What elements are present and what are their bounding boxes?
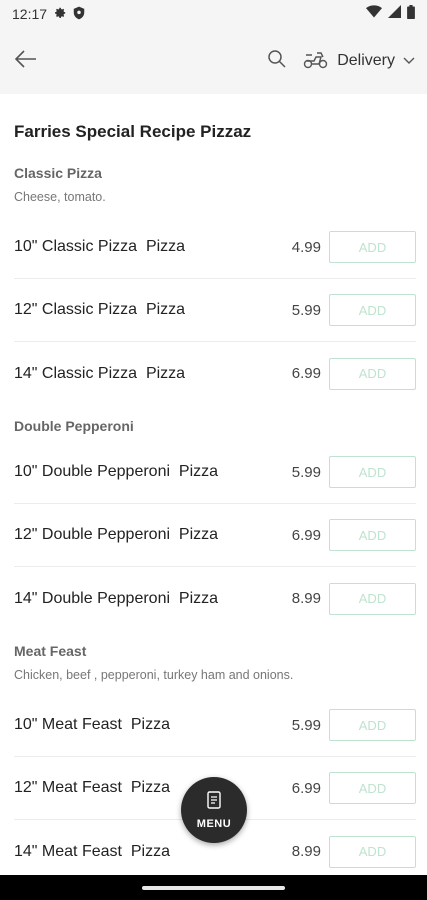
search-button[interactable] [263,47,291,75]
signal-icon [388,5,401,23]
section-description: Cheese, tomato. [14,190,106,204]
item-name: 14" Double Pepperoni Pizza [14,589,219,607]
chevron-down-icon [403,52,415,70]
status-bar: 12:17 [0,0,427,28]
menu-fab-label: MENU [196,817,232,830]
section-title: Double Pepperoni [14,418,134,434]
section-title: Classic Pizza [14,165,102,181]
app-bar: Delivery [0,28,427,94]
menu-item-row: 10" Meat Feast Pizza 5.99 ADD [14,694,416,757]
item-price: 8.99 [291,590,321,607]
add-button[interactable]: ADD [329,357,416,390]
add-button[interactable]: ADD [329,772,416,804]
delivery-selector[interactable]: Delivery [303,49,415,74]
delivery-label: Delivery [337,52,395,69]
menu-title: Farries Special Recipe Pizzaz [14,122,252,141]
item-name: 14" Classic Pizza Pizza [14,364,186,382]
add-button[interactable]: ADD [329,709,416,741]
menu-item-row: 14" Double Pepperoni Pizza 8.99 ADD [14,567,416,630]
item-name: 10" Double Pepperoni Pizza [14,463,219,480]
arrow-left-icon [14,49,38,74]
gear-icon [53,6,67,23]
section-description: Chicken, beef , pepperoni, turkey ham an… [14,668,294,682]
system-nav-bar [0,875,427,900]
add-button[interactable]: ADD [329,231,416,263]
item-price: 4.99 [291,238,321,256]
menu-item-row: 10" Classic Pizza Pizza 4.99 ADD [14,216,416,279]
item-price: 5.99 [291,463,321,481]
section-title: Meat Feast [14,643,87,659]
back-button[interactable] [12,47,40,75]
item-name: 12" Double Pepperoni Pizza [14,526,219,543]
status-time: 12:17 [12,6,48,22]
app-bar-actions: Delivery [263,47,415,75]
item-price: 5.99 [291,716,321,734]
search-icon [267,49,287,74]
item-name: 12" Classic Pizza Pizza [14,301,186,318]
item-name: 10" Meat Feast Pizza [14,716,170,733]
battery-icon [407,4,415,24]
item-price: 6.99 [291,365,321,382]
shield-icon [73,6,85,23]
wifi-icon [366,5,382,23]
item-name: 14" Meat Feast Pizza [14,842,170,860]
menu-item-row: 12" Classic Pizza Pizza 5.99 ADD [14,279,416,342]
add-button[interactable]: ADD [329,519,416,551]
delivery-scooter-icon [303,49,329,74]
item-name: 12" Meat Feast Pizza [14,779,170,796]
menu-item-row: 10" Double Pepperoni Pizza 5.99 ADD [14,441,416,504]
menu-item-row: 12" Double Pepperoni Pizza 6.99 ADD [14,504,416,567]
menu-content: Farries Special Recipe Pizzaz Classic Pi… [0,94,427,875]
add-button[interactable]: ADD [329,582,416,615]
home-gesture-bar[interactable] [142,885,285,890]
status-left: 12:17 [12,6,85,23]
item-name: 10" Classic Pizza Pizza [14,238,186,255]
add-button[interactable]: ADD [329,294,416,326]
menu-item-row: 14" Classic Pizza Pizza 6.99 ADD [14,342,416,405]
status-right [366,4,415,24]
item-price: 8.99 [291,843,321,860]
item-price: 5.99 [291,301,321,319]
item-price: 6.99 [291,526,321,544]
item-price: 6.99 [291,779,321,797]
menu-fab-button[interactable]: MENU [181,777,247,843]
menu-book-icon [207,790,221,814]
add-button[interactable]: ADD [329,835,416,868]
add-button[interactable]: ADD [329,456,416,488]
